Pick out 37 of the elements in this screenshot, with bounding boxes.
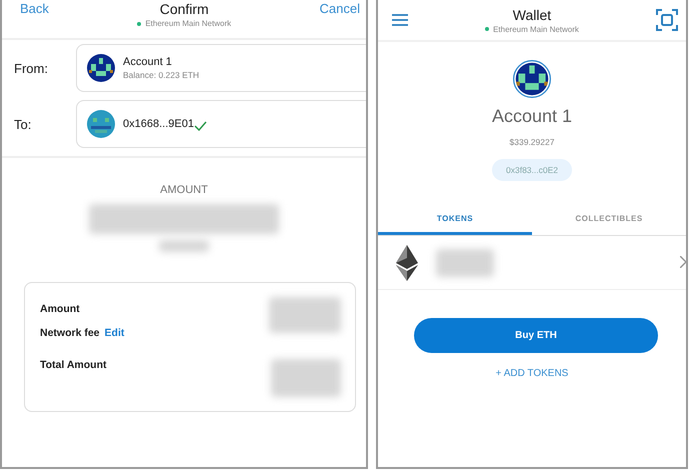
identicon-icon <box>513 60 551 98</box>
cancel-button[interactable]: Cancel <box>320 1 360 16</box>
to-label: To: <box>14 116 32 132</box>
account-card[interactable]: Account 1 Balance: 0.223 ETH <box>76 44 366 92</box>
from-label: From: <box>14 60 49 76</box>
menu-icon[interactable] <box>392 14 408 26</box>
identicon-icon <box>87 54 115 82</box>
tab[interactable]: TOKENS <box>378 205 532 235</box>
edit-link[interactable]: Edit <box>104 327 124 339</box>
tab[interactable]: COLLECTIBLES <box>532 205 686 235</box>
scan-icon[interactable] <box>656 9 678 31</box>
summary-label: Network fee <box>40 327 100 339</box>
back-button[interactable]: Back <box>20 1 49 16</box>
total-label: Total Amount <box>40 359 106 371</box>
recipient-card[interactable]: 0x1668...9E01 <box>76 100 366 148</box>
identicon-icon <box>87 110 115 138</box>
account-name: Account 1 <box>492 106 572 127</box>
buy-eth-button[interactable]: Buy ETH <box>414 318 658 353</box>
ethereum-icon <box>396 244 418 280</box>
amount-heading: AMOUNT <box>159 184 209 196</box>
redacted-block <box>159 240 209 252</box>
network-status-dot <box>485 27 490 31</box>
network-name: Ethereum Main Network <box>145 19 232 28</box>
account-name: Account 1 <box>123 56 173 68</box>
screen-title: Confirm <box>160 1 209 17</box>
recipient-address: 0x1668...9E01 <box>123 118 194 130</box>
network-name: Ethereum Main Network <box>493 24 579 34</box>
summary-label: Amount <box>40 303 80 315</box>
redacted-block <box>269 297 341 333</box>
add-tokens-button[interactable]: + ADD TOKENS <box>490 367 574 380</box>
account-balance: Balance: 0.223 ETH <box>123 70 200 80</box>
screen-title: Wallet <box>512 6 552 22</box>
fiat-balance: $339.29227 <box>510 137 554 147</box>
redacted-block <box>271 359 341 397</box>
address-pill[interactable]: 0x3f83...c0E2 <box>492 159 572 181</box>
redacted-block <box>436 248 494 276</box>
network-status-dot <box>137 22 142 26</box>
